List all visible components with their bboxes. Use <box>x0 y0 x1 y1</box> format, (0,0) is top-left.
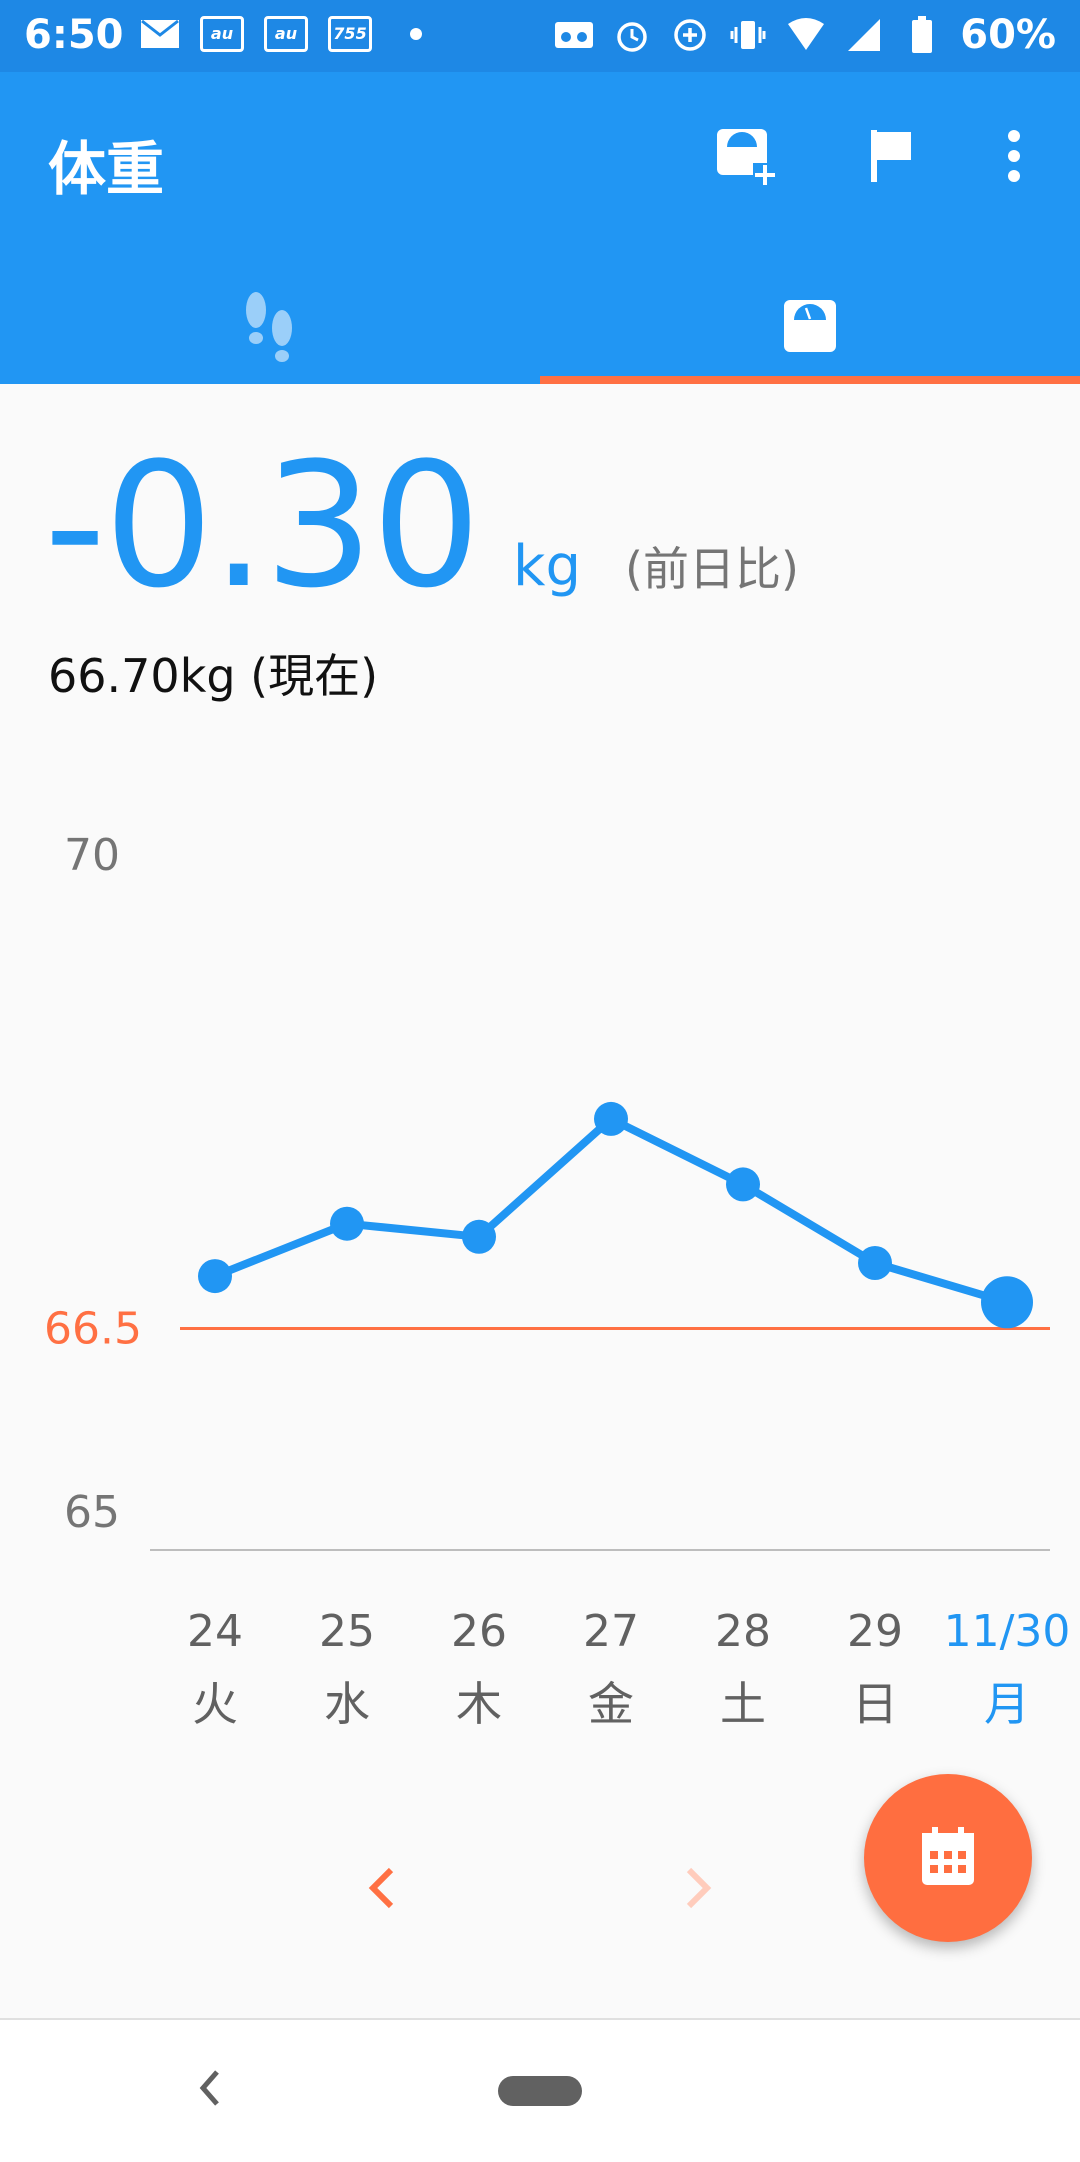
x-weekday-label: 金 <box>588 1677 634 1731</box>
data-point[interactable] <box>462 1219 496 1254</box>
x-weekday-label: 火 <box>192 1677 238 1731</box>
mail-icon <box>140 14 180 54</box>
wifi-icon <box>786 15 826 55</box>
tab-indicator <box>540 376 1080 384</box>
weight-change-note: (前日比) <box>625 542 799 596</box>
more-icon <box>1006 129 1022 187</box>
data-saver-icon <box>670 15 710 55</box>
goal-button[interactable] <box>856 122 928 194</box>
x-date-label: 11/30 <box>944 1606 1071 1657</box>
page-title: 体重 <box>48 135 165 203</box>
alarm-icon <box>612 15 652 55</box>
data-point[interactable] <box>594 1101 628 1136</box>
more-notifications-dot <box>410 28 422 40</box>
x-date-label: 29 <box>847 1606 903 1657</box>
chevron-right-icon <box>683 1866 713 1914</box>
tab-weight[interactable] <box>540 272 1080 384</box>
current-weight: 66.70kg (現在) <box>48 649 379 703</box>
system-navigation-bar <box>0 2018 1080 2162</box>
previous-week-button[interactable] <box>342 1850 422 1930</box>
x-weekday-label: 土 <box>720 1677 766 1731</box>
weight-change-value: -0.30 <box>44 425 481 626</box>
data-point[interactable] <box>198 1259 232 1294</box>
x-date-label: 27 <box>583 1606 639 1657</box>
system-back-button[interactable] <box>180 2060 240 2120</box>
x-weekday-label: 木 <box>456 1677 502 1731</box>
system-home-button[interactable] <box>498 2076 582 2106</box>
footsteps-icon <box>240 288 300 368</box>
weight-chart: 65 70 66.5 24 火 25 水 26 木 27 金 28 土 29 日 11/30 月 <box>44 830 1071 1731</box>
signal-icon <box>844 15 884 55</box>
x-date-label: 24 <box>187 1606 243 1657</box>
system-icons: 60% <box>554 12 1056 58</box>
data-point[interactable] <box>981 1276 1033 1329</box>
y-tick-label: 65 <box>64 1487 120 1538</box>
more-menu-button[interactable] <box>978 122 1050 194</box>
calendar-button[interactable] <box>864 1774 1032 1942</box>
voicemail-icon <box>554 15 594 55</box>
y-tick-label: 70 <box>64 830 120 881</box>
data-point[interactable] <box>858 1246 892 1280</box>
status-bar: 6:50 au au 755 60% <box>0 0 1080 72</box>
app-bar: 体重 <box>0 72 1080 384</box>
goal-label: 66.5 <box>44 1304 142 1355</box>
weight-change-summary: -0.30 kg (前日比) <box>44 440 799 612</box>
data-point[interactable] <box>330 1206 364 1241</box>
back-icon <box>197 2068 223 2112</box>
notification-icons: au au 755 <box>140 14 422 54</box>
tab-steps[interactable] <box>0 272 540 384</box>
x-date-label: 25 <box>319 1606 375 1657</box>
weight-change-unit: kg <box>513 534 582 599</box>
x-date-label: 28 <box>715 1606 771 1657</box>
flag-icon <box>867 128 917 188</box>
next-week-button[interactable] <box>658 1850 738 1930</box>
add-weight-icon <box>713 123 779 193</box>
weight-series-line <box>213 1114 1009 1307</box>
au-icon: au <box>264 16 308 52</box>
755-icon: 755 <box>328 16 372 52</box>
scale-icon <box>782 298 838 358</box>
data-point[interactable] <box>726 1167 760 1202</box>
au-icon: au <box>200 16 244 52</box>
x-date-label: 26 <box>451 1606 507 1657</box>
calendar-icon <box>918 1825 978 1891</box>
status-time: 6:50 <box>24 12 124 58</box>
x-weekday-label: 水 <box>324 1677 370 1731</box>
battery-percent: 60% <box>960 12 1056 58</box>
x-weekday-label: 日 <box>852 1677 898 1731</box>
vibrate-icon <box>728 15 768 55</box>
add-weight-button[interactable] <box>710 122 782 194</box>
battery-icon <box>902 15 942 55</box>
chevron-left-icon <box>367 1866 397 1914</box>
x-weekday-label: 月 <box>984 1677 1030 1731</box>
